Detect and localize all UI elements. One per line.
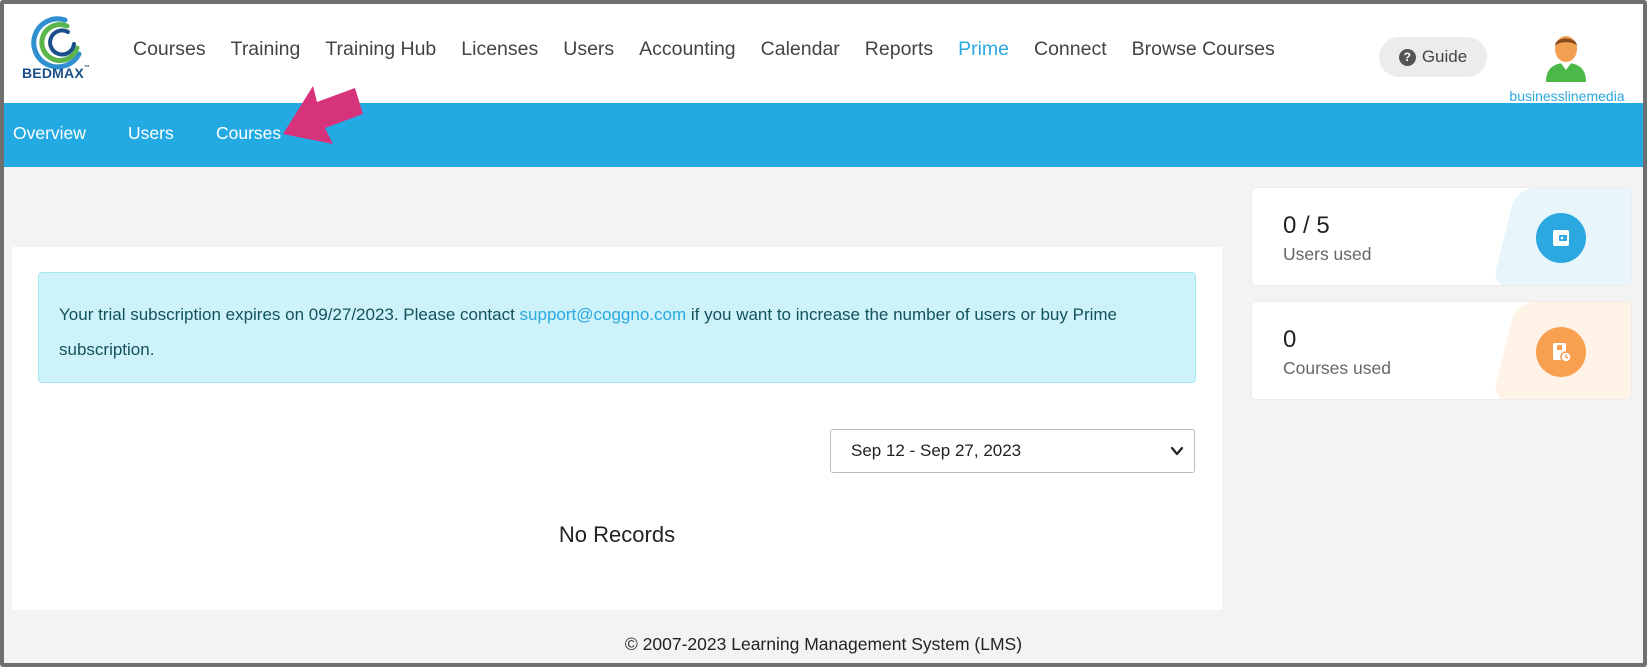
courses-used-card: 0 Courses used [1251, 301, 1632, 400]
guide-label: Guide [1421, 47, 1468, 66]
logo-wordmark: BEDMAX™ [22, 65, 91, 81]
users-used-card: 0 / 5 Users used [1251, 187, 1632, 286]
nav-prime[interactable]: Prime [958, 38, 1009, 61]
footer-copyright: © 2007-2023 Learning Management System (… [624, 634, 1023, 654]
nav-licenses[interactable]: Licenses [461, 38, 538, 61]
nav-connect[interactable]: Connect [1034, 38, 1107, 61]
nav-courses[interactable]: Courses [133, 38, 206, 61]
courses-used-value: 0 [1283, 326, 1297, 353]
nav-training[interactable]: Training [231, 38, 301, 61]
user-avatar-icon[interactable] [1542, 32, 1590, 82]
sub-nav: Overview Users Courses [4, 103, 1643, 167]
course-clock-icon [1536, 327, 1586, 377]
users-used-label: Users used [1283, 244, 1372, 264]
nav-training-hub[interactable]: Training Hub [325, 38, 436, 61]
trial-alert: Your trial subscription expires on 09/27… [38, 272, 1196, 383]
username-link[interactable]: businesslinemedia [1504, 88, 1630, 104]
main-nav: Courses Training Training Hub Licenses U… [133, 38, 1300, 61]
courses-used-label: Courses used [1283, 358, 1391, 378]
date-range-value: Sep 12 - Sep 27, 2023 [851, 441, 1022, 460]
nav-browse-courses[interactable]: Browse Courses [1132, 38, 1275, 61]
subnav-overview[interactable]: Overview [13, 123, 86, 144]
main-panel: Your trial subscription expires on 09/27… [12, 247, 1222, 610]
subnav-users[interactable]: Users [128, 123, 174, 144]
guide-button[interactable]: ? Guide [1379, 37, 1487, 77]
support-email-link[interactable]: support@coggno.com [520, 305, 687, 324]
date-range-select[interactable]: Sep 12 - Sep 27, 2023 [830, 429, 1195, 473]
empty-state: No Records [558, 522, 676, 547]
subnav-courses[interactable]: Courses [216, 123, 281, 144]
nav-reports[interactable]: Reports [865, 38, 933, 61]
pointer-arrow-icon [283, 86, 363, 144]
alert-text-before: Your trial subscription expires on 09/27… [59, 305, 520, 324]
wallet-icon [1536, 213, 1586, 263]
question-circle-icon: ? [1398, 48, 1416, 66]
nav-calendar[interactable]: Calendar [761, 38, 840, 61]
nav-users[interactable]: Users [563, 38, 614, 61]
chevron-down-icon [1170, 446, 1184, 456]
nav-accounting[interactable]: Accounting [639, 38, 735, 61]
top-header: BEDMAX™ Courses Training Training Hub Li… [4, 4, 1643, 104]
users-used-value: 0 / 5 [1283, 212, 1330, 239]
